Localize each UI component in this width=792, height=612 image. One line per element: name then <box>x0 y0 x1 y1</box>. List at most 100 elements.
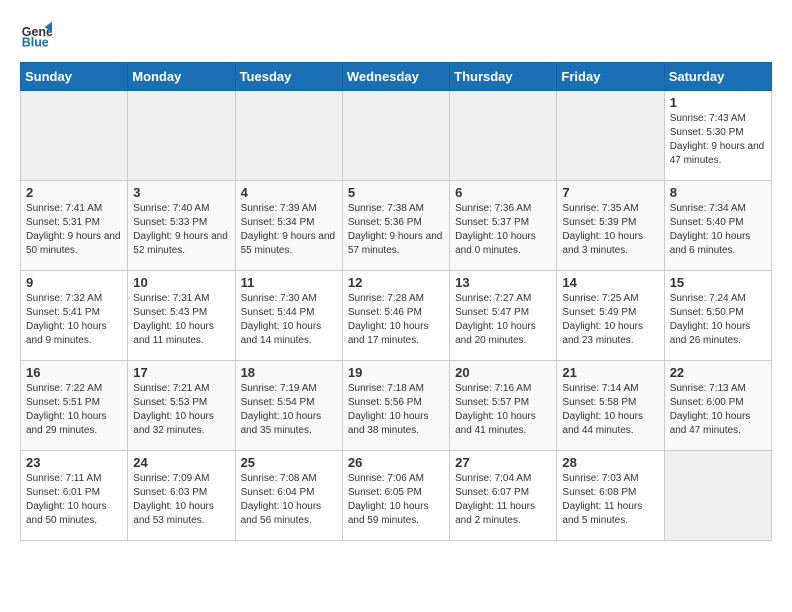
day-info: Sunrise: 7:09 AM Sunset: 6:03 PM Dayligh… <box>133 472 229 528</box>
day-number: 3 <box>133 185 229 200</box>
calendar-cell <box>557 91 664 181</box>
day-header-tuesday: Tuesday <box>235 63 342 91</box>
calendar-cell: 22 Sunrise: 7:13 AM Sunset: 6:00 PM Dayli… <box>664 361 771 451</box>
day-info: Sunrise: 7:28 AM Sunset: 5:46 PM Dayligh… <box>348 292 444 348</box>
calendar-cell: 20 Sunrise: 7:16 AM Sunset: 5:57 PM Dayli… <box>450 361 557 451</box>
day-info: Sunrise: 7:08 AM Sunset: 6:04 PM Dayligh… <box>241 472 337 528</box>
calendar-cell: 2 Sunrise: 7:41 AM Sunset: 5:31 PM Daylig… <box>21 181 128 271</box>
calendar-cell: 3 Sunrise: 7:40 AM Sunset: 5:33 PM Daylig… <box>128 181 235 271</box>
day-number: 22 <box>670 365 766 380</box>
calendar-cell: 26Sunrise: 7:06 AM Sunset: 6:05 PM Dayli… <box>342 451 449 541</box>
day-number: 13 <box>455 275 551 290</box>
day-info: Sunrise: 7:36 AM Sunset: 5:37 PM Dayligh… <box>455 202 551 258</box>
day-info: Sunrise: 7:16 AM Sunset: 5:57 PM Dayligh… <box>455 382 551 438</box>
day-info: Sunrise: 7:35 AM Sunset: 5:39 PM Dayligh… <box>562 202 658 258</box>
day-info: Sunrise: 7:27 AM Sunset: 5:47 PM Dayligh… <box>455 292 551 348</box>
day-number: 14 <box>562 275 658 290</box>
day-number: 28 <box>562 455 658 470</box>
calendar-week-row: 9 Sunrise: 7:32 AM Sunset: 5:41 PM Daylig… <box>21 271 772 361</box>
day-info: Sunrise: 7:14 AM Sunset: 5:58 PM Dayligh… <box>562 382 658 438</box>
day-info: Sunrise: 7:39 AM Sunset: 5:34 PM Dayligh… <box>241 202 337 258</box>
calendar-week-row: 2 Sunrise: 7:41 AM Sunset: 5:31 PM Daylig… <box>21 181 772 271</box>
calendar-header-row: SundayMondayTuesdayWednesdayThursdayFrid… <box>21 63 772 91</box>
day-number: 24 <box>133 455 229 470</box>
day-number: 1 <box>670 95 766 110</box>
day-number: 11 <box>241 275 337 290</box>
day-info: Sunrise: 7:03 AM Sunset: 6:08 PM Dayligh… <box>562 472 658 528</box>
day-info: Sunrise: 7:21 AM Sunset: 5:53 PM Dayligh… <box>133 382 229 438</box>
day-info: Sunrise: 7:31 AM Sunset: 5:43 PM Dayligh… <box>133 292 229 348</box>
day-info: Sunrise: 7:18 AM Sunset: 5:56 PM Dayligh… <box>348 382 444 438</box>
day-info: Sunrise: 7:30 AM Sunset: 5:44 PM Dayligh… <box>241 292 337 348</box>
day-number: 23 <box>26 455 122 470</box>
day-number: 16 <box>26 365 122 380</box>
day-header-thursday: Thursday <box>450 63 557 91</box>
day-number: 8 <box>670 185 766 200</box>
page-header: General Blue <box>20 20 772 52</box>
day-number: 2 <box>26 185 122 200</box>
calendar-cell: 4 Sunrise: 7:39 AM Sunset: 5:34 PM Daylig… <box>235 181 342 271</box>
calendar-cell: 6Sunrise: 7:36 AM Sunset: 5:37 PM Daylig… <box>450 181 557 271</box>
calendar-cell: 5 Sunrise: 7:38 AM Sunset: 5:36 PM Daylig… <box>342 181 449 271</box>
calendar-cell: 24 Sunrise: 7:09 AM Sunset: 6:03 PM Dayli… <box>128 451 235 541</box>
calendar-week-row: 16 Sunrise: 7:22 AM Sunset: 5:51 PM Dayli… <box>21 361 772 451</box>
calendar-cell: 15 Sunrise: 7:24 AM Sunset: 5:50 PM Dayli… <box>664 271 771 361</box>
calendar-cell: 21 Sunrise: 7:14 AM Sunset: 5:58 PM Dayli… <box>557 361 664 451</box>
day-info: Sunrise: 7:40 AM Sunset: 5:33 PM Dayligh… <box>133 202 229 258</box>
day-number: 19 <box>348 365 444 380</box>
logo: General Blue <box>20 20 58 52</box>
day-number: 21 <box>562 365 658 380</box>
logo-icon: General Blue <box>20 20 52 52</box>
calendar-cell <box>128 91 235 181</box>
day-header-saturday: Saturday <box>664 63 771 91</box>
calendar-cell: 11 Sunrise: 7:30 AM Sunset: 5:44 PM Dayli… <box>235 271 342 361</box>
calendar-cell: 13 Sunrise: 7:27 AM Sunset: 5:47 PM Dayli… <box>450 271 557 361</box>
day-number: 4 <box>241 185 337 200</box>
day-info: Sunrise: 7:38 AM Sunset: 5:36 PM Dayligh… <box>348 202 444 258</box>
calendar-cell: 14 Sunrise: 7:25 AM Sunset: 5:49 PM Dayli… <box>557 271 664 361</box>
calendar-week-row: 1 Sunrise: 7:43 AM Sunset: 5:30 PM Daylig… <box>21 91 772 181</box>
day-info: Sunrise: 7:11 AM Sunset: 6:01 PM Dayligh… <box>26 472 122 528</box>
calendar-cell: 27Sunrise: 7:04 AM Sunset: 6:07 PM Dayli… <box>450 451 557 541</box>
day-info: Sunrise: 7:13 AM Sunset: 6:00 PM Dayligh… <box>670 382 766 438</box>
calendar-cell: 25 Sunrise: 7:08 AM Sunset: 6:04 PM Dayli… <box>235 451 342 541</box>
day-number: 10 <box>133 275 229 290</box>
day-info: Sunrise: 7:25 AM Sunset: 5:49 PM Dayligh… <box>562 292 658 348</box>
calendar-cell <box>21 91 128 181</box>
calendar-cell: 18Sunrise: 7:19 AM Sunset: 5:54 PM Dayli… <box>235 361 342 451</box>
day-info: Sunrise: 7:34 AM Sunset: 5:40 PM Dayligh… <box>670 202 766 258</box>
day-info: Sunrise: 7:41 AM Sunset: 5:31 PM Dayligh… <box>26 202 122 258</box>
calendar-cell: 28 Sunrise: 7:03 AM Sunset: 6:08 PM Dayli… <box>557 451 664 541</box>
svg-text:Blue: Blue <box>22 36 49 50</box>
day-info: Sunrise: 7:24 AM Sunset: 5:50 PM Dayligh… <box>670 292 766 348</box>
calendar-cell <box>664 451 771 541</box>
calendar-table: SundayMondayTuesdayWednesdayThursdayFrid… <box>20 62 772 541</box>
calendar-cell: 19 Sunrise: 7:18 AM Sunset: 5:56 PM Dayli… <box>342 361 449 451</box>
day-number: 26 <box>348 455 444 470</box>
calendar-cell <box>342 91 449 181</box>
day-number: 9 <box>26 275 122 290</box>
calendar-cell: 7 Sunrise: 7:35 AM Sunset: 5:39 PM Daylig… <box>557 181 664 271</box>
day-header-wednesday: Wednesday <box>342 63 449 91</box>
calendar-cell: 10 Sunrise: 7:31 AM Sunset: 5:43 PM Dayli… <box>128 271 235 361</box>
day-info: Sunrise: 7:32 AM Sunset: 5:41 PM Dayligh… <box>26 292 122 348</box>
day-number: 7 <box>562 185 658 200</box>
calendar-week-row: 23 Sunrise: 7:11 AM Sunset: 6:01 PM Dayli… <box>21 451 772 541</box>
day-header-sunday: Sunday <box>21 63 128 91</box>
calendar-cell: 1 Sunrise: 7:43 AM Sunset: 5:30 PM Daylig… <box>664 91 771 181</box>
calendar-cell: 9 Sunrise: 7:32 AM Sunset: 5:41 PM Daylig… <box>21 271 128 361</box>
day-number: 25 <box>241 455 337 470</box>
calendar-cell: 23 Sunrise: 7:11 AM Sunset: 6:01 PM Dayli… <box>21 451 128 541</box>
calendar-cell <box>235 91 342 181</box>
day-number: 15 <box>670 275 766 290</box>
calendar-cell <box>450 91 557 181</box>
calendar-cell: 8 Sunrise: 7:34 AM Sunset: 5:40 PM Daylig… <box>664 181 771 271</box>
day-number: 20 <box>455 365 551 380</box>
calendar-cell: 16 Sunrise: 7:22 AM Sunset: 5:51 PM Dayli… <box>21 361 128 451</box>
day-number: 5 <box>348 185 444 200</box>
day-number: 27 <box>455 455 551 470</box>
calendar-cell: 17Sunrise: 7:21 AM Sunset: 5:53 PM Dayli… <box>128 361 235 451</box>
day-number: 18 <box>241 365 337 380</box>
day-info: Sunrise: 7:43 AM Sunset: 5:30 PM Dayligh… <box>670 112 766 168</box>
day-info: Sunrise: 7:22 AM Sunset: 5:51 PM Dayligh… <box>26 382 122 438</box>
